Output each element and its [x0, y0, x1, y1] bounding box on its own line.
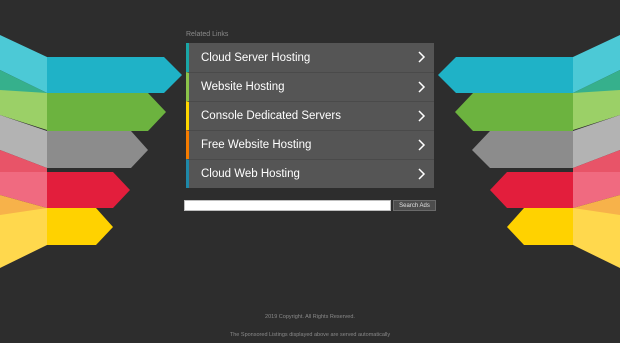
left-arrows — [0, 35, 182, 268]
related-link-item[interactable]: Free Website Hosting — [186, 130, 434, 159]
related-links-heading: Related Links — [186, 31, 229, 38]
copyright-text: 2019 Copyright. All Rights Reserved. — [265, 314, 355, 320]
link-label: Free Website Hosting — [201, 139, 312, 151]
link-label: Cloud Server Hosting — [201, 51, 311, 64]
search-bar: Search Ads — [184, 200, 436, 211]
link-label: Console Dedicated Servers — [201, 110, 341, 122]
chevron-right-icon — [418, 139, 426, 151]
related-link-item[interactable]: Cloud Server Hosting — [186, 43, 434, 72]
search-input[interactable] — [184, 200, 391, 211]
chevron-right-icon — [418, 168, 426, 180]
related-link-item[interactable]: Cloud Web Hosting — [186, 159, 434, 188]
chevron-right-icon — [418, 51, 426, 63]
right-arrows — [438, 35, 620, 268]
related-link-item[interactable]: Website Hosting — [186, 72, 434, 101]
search-ads-button[interactable]: Search Ads — [393, 200, 436, 211]
disclaimer-text: The Sponsored Listings displayed above a… — [229, 332, 391, 338]
chevron-right-icon — [418, 110, 426, 122]
related-links-list: Cloud Server Hosting Website Hosting Con… — [186, 43, 434, 188]
chevron-right-icon — [418, 81, 426, 93]
related-link-item[interactable]: Console Dedicated Servers — [186, 101, 434, 130]
link-label: Website Hosting — [201, 81, 285, 93]
link-label: Cloud Web Hosting — [201, 168, 300, 180]
